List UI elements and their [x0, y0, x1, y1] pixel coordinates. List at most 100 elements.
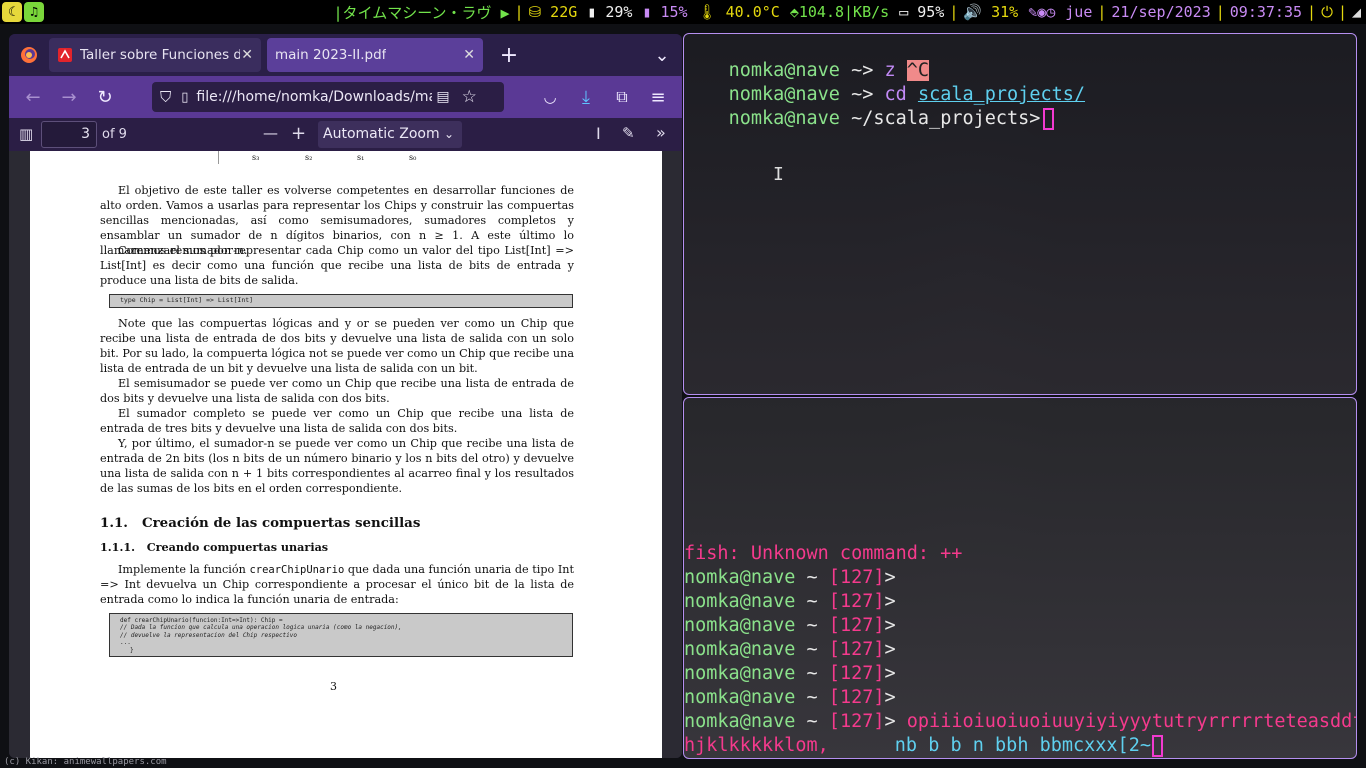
- paragraph: Y, por último, el sumador-n se puede ver…: [100, 437, 574, 495]
- music-icon: ♫: [30, 4, 38, 20]
- terminal-line: nomka@nave ~ [127]>: [684, 662, 896, 686]
- pocket-icon[interactable]: ◡: [536, 83, 564, 111]
- signal-label: s₂: [305, 153, 313, 162]
- reload-button[interactable]: ↻: [91, 83, 119, 111]
- code-line: // Dada la funcion que calcula una opera…: [120, 624, 402, 632]
- mouse-ibeam-cursor: I: [773, 164, 784, 185]
- zoom-in-button[interactable]: +: [291, 123, 306, 144]
- section-title: Creación de las compuertas sencillas: [141, 515, 421, 531]
- signal-label: s₃: [252, 153, 260, 162]
- page-number-input[interactable]: 3: [41, 121, 97, 148]
- shield-icon[interactable]: ⛉: [160, 88, 171, 106]
- prompt-user: nomka@nave: [684, 567, 796, 588]
- exit-status: [127]: [817, 615, 885, 636]
- pdf-viewer[interactable]: s₃ s₂ s₁ s₀ El objetivo de este taller e…: [9, 151, 682, 758]
- text-select-icon[interactable]: I: [596, 124, 601, 143]
- page-icon: ▯: [181, 89, 189, 105]
- section-heading: 1.1. Creación de las compuertas sencilla…: [100, 515, 420, 531]
- pdf-toolbar: ▥ 3 of 9 — + Automatic Zoom ⌄ I ✎ »: [9, 118, 682, 151]
- new-tab-button[interactable]: +: [495, 41, 523, 69]
- menu-icon[interactable]: ≡: [644, 83, 672, 111]
- tools-overflow-icon[interactable]: »: [656, 123, 666, 142]
- bookmark-star-icon[interactable]: ☆: [462, 87, 477, 107]
- separator: |: [1215, 3, 1225, 21]
- close-tab-icon[interactable]: ✕: [241, 47, 253, 63]
- prompt-dir: ~: [795, 615, 818, 636]
- firefox-icon[interactable]: [15, 41, 43, 69]
- inline-code: crearChipUnario: [249, 564, 345, 576]
- url-bar[interactable]: ⛉ ▯ file:///home/nomka/Downloads/ma ▤ ☆: [152, 82, 504, 112]
- wifi-icon[interactable]: ◢: [1347, 3, 1366, 21]
- separator: |: [1307, 3, 1317, 21]
- typed-input: nb b b n bbh bbmcxxx[2~: [894, 735, 1151, 756]
- zoom-out-button[interactable]: —: [263, 124, 278, 142]
- terminal-line: nomka@nave ~/scala_projects>: [684, 83, 1055, 130]
- page-number: 3: [330, 680, 337, 693]
- terminal-cursor: [1151, 735, 1163, 757]
- prompt-user: nomka@nave: [684, 591, 796, 612]
- prompt-user: nomka@nave: [684, 639, 796, 660]
- paragraph: El semisumador se puede ver como un Chip…: [100, 377, 574, 405]
- prompt-arrow: >: [884, 567, 896, 588]
- terminal-cursor: [1043, 108, 1055, 130]
- terminal-line: nomka@nave ~ [127]>: [684, 614, 896, 638]
- prompt-arrow: >: [884, 663, 896, 684]
- now-playing[interactable]: |タイムマシーン・ラヴ ▶: [328, 2, 514, 23]
- power-icon[interactable]: ⏻: [1316, 3, 1338, 21]
- terminal-line: nomka@nave ~ [127]>: [684, 590, 896, 614]
- close-tab-icon[interactable]: ✕: [463, 47, 475, 63]
- separator: |: [949, 3, 959, 21]
- prompt-user: nomka@nave: [684, 615, 796, 636]
- day-of-week: jue: [1065, 3, 1093, 21]
- extensions-icon[interactable]: ⧉: [608, 83, 636, 111]
- tab-list-button[interactable]: ⌄: [648, 41, 676, 69]
- downloads-icon[interactable]: ⤓: [572, 83, 600, 111]
- battery: ▭ 95%: [899, 3, 945, 21]
- prompt-arrow: >: [884, 711, 896, 732]
- forward-button[interactable]: →: [55, 83, 83, 111]
- diagram-fragment: [218, 151, 338, 164]
- workspace-1-icon[interactable]: ☾: [2, 2, 22, 22]
- prompt-user: nomka@nave: [728, 108, 840, 129]
- moon-icon: ☾: [8, 4, 16, 20]
- sidebar-toggle-icon[interactable]: ▥: [19, 125, 33, 143]
- terminal-top[interactable]: nomka@nave ~> z ^C nomka@nave ~> cd scal…: [683, 33, 1357, 395]
- url-text[interactable]: file:///home/nomka/Downloads/ma: [196, 89, 432, 105]
- terminal-line: nomka@nave ~> z ^C: [684, 35, 930, 81]
- tray-icons[interactable]: ✎◉◷: [1023, 3, 1060, 21]
- page-total: of 9: [102, 127, 127, 142]
- code-line: }: [130, 646, 134, 654]
- firefox-logo-icon: [21, 47, 37, 63]
- reader-view-icon[interactable]: ▤: [436, 89, 449, 105]
- subsection-number: 1.1.1.: [100, 540, 136, 554]
- code-line: // devuelve la representacion del Chip r…: [120, 631, 298, 639]
- tab-taller[interactable]: Taller sobre Funciones de A ✕: [49, 38, 261, 72]
- draw-icon[interactable]: ✎: [622, 124, 635, 142]
- prompt-user: nomka@nave: [684, 663, 796, 684]
- tab-main-pdf[interactable]: main 2023-II.pdf ✕: [267, 38, 483, 72]
- exit-status: [127]: [817, 591, 885, 612]
- exit-status: [127]: [817, 639, 885, 660]
- signal-label: s₀: [409, 153, 417, 162]
- network-speed: ⬘104.8|KB/s: [789, 3, 890, 21]
- prompt-dir: ~/scala_projects>: [839, 108, 1041, 129]
- separator: |: [514, 3, 524, 21]
- prompt-dir: ~: [795, 567, 818, 588]
- clock: 09:37:35: [1229, 3, 1303, 21]
- prompt-user: nomka@nave: [684, 711, 796, 732]
- prompt-arrow: >: [884, 687, 896, 708]
- typed-input: opiiioiuoiuoiuuyiyiyyytutryrrrrrteteasdd…: [895, 711, 1357, 732]
- exit-status: [127]: [817, 663, 885, 684]
- paragraph: El sumador completo se puede ver como un…: [100, 407, 574, 435]
- temperature: 🌡 40.0°C: [697, 3, 780, 21]
- paragraph: Note que las compuertas lógicas and y or…: [100, 317, 574, 375]
- wallpaper-credit: (c) Kikan: animewallpapers.com: [4, 757, 167, 767]
- workspace-2-icon[interactable]: ♫: [24, 2, 44, 22]
- back-button[interactable]: ←: [19, 83, 47, 111]
- firefox-window: Taller sobre Funciones de A ✕ main 2023-…: [9, 34, 682, 758]
- prompt-dir: ~: [795, 591, 818, 612]
- volume[interactable]: 🔊 31%: [958, 3, 1023, 21]
- zoom-select[interactable]: Automatic Zoom ⌄: [318, 121, 462, 148]
- terminal-bottom[interactable]: fish: Unknown command: ++ nomka@nave ~ […: [683, 397, 1357, 759]
- text: Implemente la función: [118, 563, 250, 576]
